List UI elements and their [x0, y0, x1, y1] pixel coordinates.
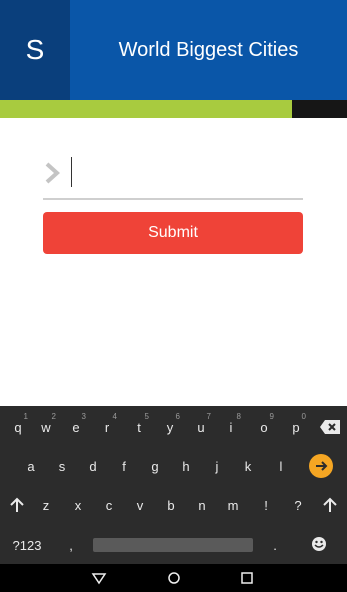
key-w[interactable]: w2 — [31, 409, 61, 445]
key-label: , — [69, 537, 73, 553]
key-f[interactable]: f — [109, 448, 139, 484]
key-symbols[interactable]: ?123 — [12, 527, 42, 563]
key-label: t — [137, 419, 141, 435]
app-logo: S — [0, 0, 70, 100]
submit-button[interactable]: Submit — [43, 212, 303, 254]
key-comma[interactable]: , — [56, 527, 86, 563]
recents-icon[interactable] — [238, 569, 256, 587]
key-x[interactable]: x — [63, 487, 93, 523]
enter-key[interactable] — [309, 454, 333, 478]
city-input[interactable] — [71, 156, 303, 192]
accent-bar-dark — [292, 100, 347, 118]
key-question[interactable]: ? — [283, 487, 313, 523]
key-hint: 3 — [81, 412, 86, 421]
key-y[interactable]: y6 — [155, 409, 185, 445]
key-j[interactable]: j — [202, 448, 232, 484]
key-period[interactable]: . — [260, 527, 290, 563]
key-label: h — [182, 458, 190, 474]
key-c[interactable]: c — [94, 487, 124, 523]
key-label: q — [14, 419, 22, 435]
key-label: i — [229, 419, 233, 435]
key-hint: 8 — [236, 412, 241, 421]
key-label: x — [74, 497, 82, 513]
key-hint: 2 — [51, 412, 56, 421]
key-b[interactable]: b — [156, 487, 186, 523]
key-s[interactable]: s — [47, 448, 77, 484]
home-icon[interactable] — [165, 569, 183, 587]
key-hint: 5 — [144, 412, 149, 421]
key-t[interactable]: t5 — [124, 409, 154, 445]
key-v[interactable]: v — [125, 487, 155, 523]
key-o[interactable]: o9 — [249, 409, 279, 445]
chevron-right-icon — [45, 162, 60, 184]
key-label: ? — [294, 497, 302, 513]
key-q[interactable]: q1 — [3, 409, 33, 445]
shift-icon[interactable] — [9, 497, 25, 513]
key-l[interactable]: l — [266, 448, 296, 484]
key-p[interactable]: p0 — [281, 409, 311, 445]
key-hint: 9 — [269, 412, 274, 421]
key-label: y — [166, 419, 174, 435]
city-input-row[interactable] — [43, 150, 303, 200]
key-n[interactable]: n — [187, 487, 217, 523]
key-k[interactable]: k — [233, 448, 263, 484]
key-e[interactable]: e3 — [61, 409, 91, 445]
key-label: d — [89, 458, 97, 474]
key-hint: 1 — [23, 412, 28, 421]
key-label: m — [227, 497, 239, 513]
key-exclamation[interactable]: ! — [251, 487, 281, 523]
key-label: k — [244, 458, 252, 474]
key-hint: 4 — [112, 412, 117, 421]
key-a[interactable]: a — [16, 448, 46, 484]
key-m[interactable]: m — [218, 487, 248, 523]
key-z[interactable]: z — [31, 487, 61, 523]
key-label: w — [41, 419, 51, 435]
key-label: o — [260, 419, 268, 435]
key-label: b — [167, 497, 175, 513]
key-d[interactable]: d — [78, 448, 108, 484]
key-hint: 7 — [206, 412, 211, 421]
key-hint: 6 — [175, 412, 180, 421]
key-label: v — [136, 497, 144, 513]
key-r[interactable]: r4 — [92, 409, 122, 445]
key-label: g — [151, 458, 159, 474]
arrow-right-icon — [316, 461, 328, 471]
emoji-icon[interactable] — [311, 536, 327, 552]
key-label: c — [105, 497, 113, 513]
key-label: a — [27, 458, 35, 474]
shift-icon[interactable] — [322, 497, 338, 513]
key-label: r — [104, 419, 110, 435]
system-nav-bar — [0, 564, 347, 592]
key-label: e — [72, 419, 80, 435]
key-label: n — [198, 497, 206, 513]
key-h[interactable]: h — [171, 448, 201, 484]
key-label: p — [292, 419, 300, 435]
key-label: j — [215, 458, 219, 474]
key-label: l — [279, 458, 283, 474]
text-caret — [71, 157, 72, 187]
key-label: ! — [264, 497, 268, 513]
key-label: f — [122, 458, 126, 474]
key-label: . — [273, 537, 277, 553]
key-u[interactable]: u7 — [186, 409, 216, 445]
key-label: u — [197, 419, 205, 435]
key-label: ?123 — [12, 537, 42, 553]
accent-bar — [0, 100, 292, 118]
space-key[interactable] — [93, 538, 253, 552]
key-hint: 0 — [301, 412, 306, 421]
key-label: s — [58, 458, 66, 474]
key-label: z — [42, 497, 50, 513]
page-title: World Biggest Cities — [118, 38, 299, 61]
logo-letter: S — [25, 34, 45, 65]
back-icon[interactable] — [90, 569, 108, 587]
key-i[interactable]: i8 — [216, 409, 246, 445]
app-header: S World Biggest Cities — [0, 0, 347, 100]
key-g[interactable]: g — [140, 448, 170, 484]
backspace-icon[interactable] — [319, 419, 341, 435]
